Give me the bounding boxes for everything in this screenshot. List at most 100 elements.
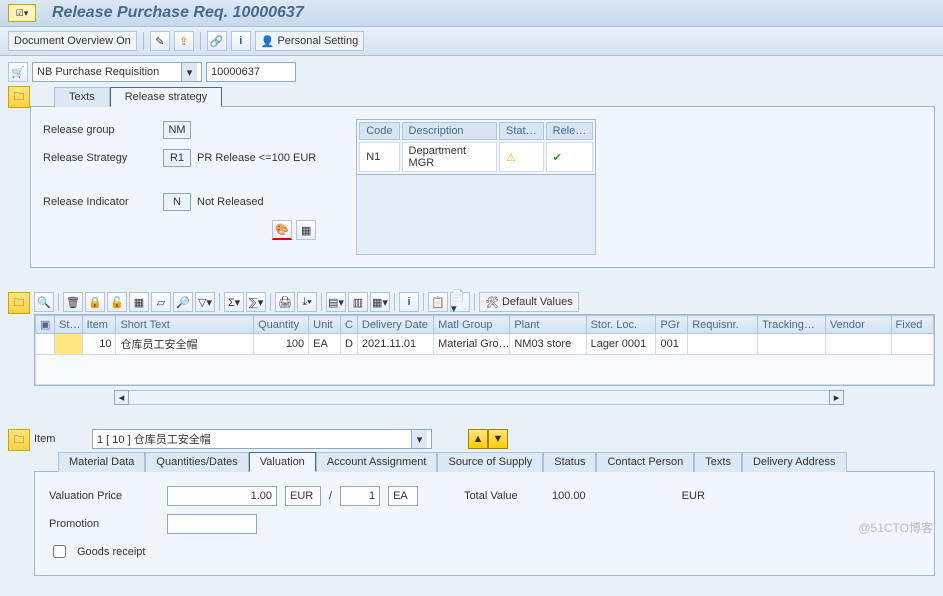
paste-icon[interactable]: 📄▾	[450, 292, 470, 312]
delete-icon[interactable]: 🗑	[63, 292, 83, 312]
tab-source-of-supply[interactable]: Source of Supply	[437, 452, 543, 472]
scroll-left-icon[interactable]: ◂	[114, 390, 129, 405]
unit-input[interactable]: EA	[388, 486, 418, 506]
release-indicator-text: Not Released	[197, 196, 264, 208]
pin-icon[interactable]: ⇪	[174, 31, 194, 51]
col-unit[interactable]: Unit	[309, 316, 341, 334]
print-icon[interactable]: 🖨	[275, 292, 295, 312]
tab-quantities-dates[interactable]: Quantities/Dates	[145, 452, 248, 472]
select-all-icon[interactable]: ▦	[129, 292, 149, 312]
scroll-track[interactable]	[129, 390, 829, 405]
col-stat: Stat…	[499, 122, 544, 140]
find-icon[interactable]: 🔎	[173, 292, 193, 312]
req-number-input[interactable]: 10000637	[206, 62, 296, 82]
release-group-label: Release group	[43, 124, 163, 136]
col-requisnr[interactable]: Requisnr.	[688, 316, 758, 334]
sum-icon[interactable]: Σ▾	[224, 292, 244, 312]
valuation-panel: Valuation Price 1.00 EUR / 1 EA Total Va…	[34, 471, 935, 576]
goods-receipt-label: Goods receipt	[77, 546, 145, 558]
release-strategy-text: PR Release <=100 EUR	[197, 152, 316, 164]
unlock-icon[interactable]: 🔓	[107, 292, 127, 312]
page-title: Release Purchase Req. 10000637	[52, 4, 304, 22]
grid-toolbar: 🔍 🗑 🔒 🔓 ▦ ▱ 🔎 ▽▾ Σ▾ ⅀▾ 🖨 ⤓▾ ▤▾ ▥ ▦▾	[34, 292, 935, 312]
valuation-price-input[interactable]: 1.00	[167, 486, 277, 506]
scroll-right-icon[interactable]: ▸	[829, 390, 844, 405]
col-item[interactable]: Item	[82, 316, 116, 334]
cart-icon[interactable]: 🛒	[8, 62, 28, 82]
item-select[interactable]: 1 [ 10 ] 仓库员工安全帽 ▾	[92, 429, 432, 449]
table-row[interactable]: N1 Department MGR ⚠ ✔	[359, 142, 593, 172]
table-row[interactable]: 10 仓库员工安全帽 100 EA D 2021.11.01 Material …	[36, 334, 934, 355]
col-matl-group[interactable]: Matl Group	[434, 316, 510, 334]
item-grid: ▣ St… Item Short Text Quantity Unit C De…	[35, 315, 934, 385]
per-input[interactable]: 1	[340, 486, 380, 506]
release-indicator-label: Release Indicator	[43, 196, 163, 208]
default-values-button[interactable]: 🛠 Default Values	[479, 292, 579, 312]
currency-input[interactable]: EUR	[285, 486, 321, 506]
col-select[interactable]: ▣	[36, 316, 55, 334]
layout3-icon[interactable]: ▦▾	[370, 292, 390, 312]
valuation-price-label: Valuation Price	[49, 490, 159, 502]
release-status-table: Code Description Stat… Rele… N1 Departme…	[356, 119, 596, 175]
tab-texts[interactable]: Texts	[54, 87, 110, 107]
wand-icon[interactable]: ✎	[150, 31, 170, 51]
tab-account-assignment[interactable]: Account Assignment	[316, 452, 438, 472]
collapse-items-button[interactable]: 🗀	[8, 292, 30, 314]
release-action-icon: ✔	[553, 152, 562, 164]
item-next-button[interactable]: ▼	[488, 429, 508, 449]
col-pgr[interactable]: PGr	[656, 316, 688, 334]
tab-release-strategy[interactable]: Release strategy	[110, 87, 223, 107]
col-rele: Rele…	[546, 122, 594, 140]
col-c[interactable]: C	[340, 316, 357, 334]
document-overview-button[interactable]: Document Overview On	[8, 31, 137, 51]
total-value-label: Total Value	[464, 490, 518, 502]
col-fixed[interactable]: Fixed	[891, 316, 933, 334]
subtotal-icon[interactable]: ⅀▾	[246, 292, 266, 312]
personal-setting-button[interactable]: 👤 Personal Setting	[255, 31, 364, 51]
wrench-icon: 🛠	[485, 296, 499, 309]
release-detail-button[interactable]: ▦	[296, 220, 316, 240]
col-vendor[interactable]: Vendor	[825, 316, 891, 334]
tab-delivery-address[interactable]: Delivery Address	[742, 452, 847, 472]
col-tracking[interactable]: Tracking…	[758, 316, 826, 334]
detail-icon[interactable]: 🔍	[34, 292, 54, 312]
layout2-icon[interactable]: ▥	[348, 292, 368, 312]
tab-material-data[interactable]: Material Data	[58, 452, 145, 472]
dropdown-icon: ▾	[411, 430, 427, 448]
filter-icon[interactable]: ▽▾	[195, 292, 215, 312]
col-plant[interactable]: Plant	[510, 316, 586, 334]
info2-icon[interactable]: i	[399, 292, 419, 312]
person-icon: 👤	[261, 35, 275, 48]
tab-contact-person[interactable]: Contact Person	[596, 452, 694, 472]
col-delivery-date[interactable]: Delivery Date	[357, 316, 433, 334]
item-label: Item	[34, 433, 84, 445]
total-value: 100.00	[526, 490, 586, 502]
col-quantity[interactable]: Quantity	[254, 316, 309, 334]
goods-receipt-checkbox[interactable]	[53, 545, 66, 558]
col-stor-loc[interactable]: Stor. Loc.	[586, 316, 656, 334]
collapse-header-button[interactable]: 🗀	[8, 86, 30, 108]
layout-icon[interactable]: ▤▾	[326, 292, 346, 312]
col-status[interactable]: St…	[55, 316, 83, 334]
lock-icon[interactable]: 🔒	[85, 292, 105, 312]
col-desc: Description	[402, 122, 498, 140]
col-short-text[interactable]: Short Text	[116, 316, 254, 334]
deselect-icon[interactable]: ▱	[151, 292, 171, 312]
tab-texts-item[interactable]: Texts	[694, 452, 742, 472]
attachment-icon[interactable]: 🔗	[207, 31, 227, 51]
total-curr: EUR	[682, 490, 705, 502]
req-type-select[interactable]: NB Purchase Requisition ▾	[32, 62, 202, 82]
promotion-input[interactable]	[167, 514, 257, 534]
info-icon[interactable]: i	[231, 31, 251, 51]
collapse-item-detail-button[interactable]: 🗀	[8, 429, 30, 451]
app-icon[interactable]: ☑▾	[8, 4, 36, 22]
item-prev-button[interactable]: ▲	[468, 429, 488, 449]
title-bar: ☑▾ Release Purchase Req. 10000637	[0, 0, 943, 27]
copy-icon[interactable]: 📋	[428, 292, 448, 312]
table-row-empty	[36, 355, 934, 385]
tab-valuation[interactable]: Valuation	[249, 452, 316, 472]
export-icon[interactable]: ⤓▾	[297, 292, 317, 312]
tab-status[interactable]: Status	[543, 452, 596, 472]
watermark: @51CTO博客	[858, 519, 933, 536]
release-icon-button[interactable]: 🎨	[272, 220, 292, 240]
